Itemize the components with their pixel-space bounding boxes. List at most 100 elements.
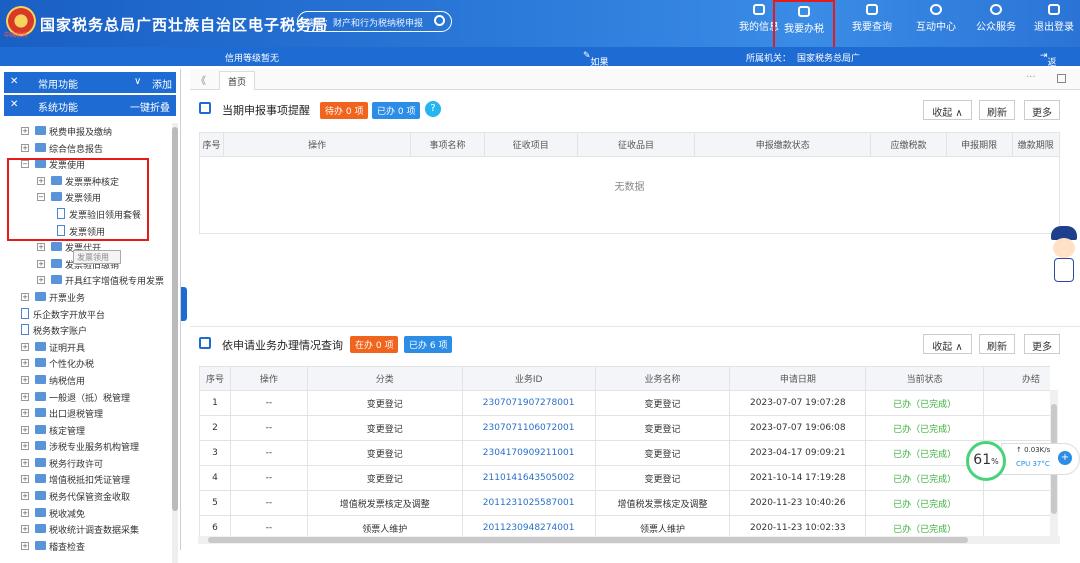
sidebar-tree-item[interactable]: + 出口退税管理 [0, 405, 172, 422]
expand-icon[interactable]: + [37, 243, 45, 252]
table-cell: 变更登记 [306, 415, 463, 441]
nav-public-service[interactable]: 公众服务 [970, 2, 1022, 42]
business-id-link[interactable]: 2011230948274001 [461, 515, 596, 536]
expand-icon[interactable]: + [21, 541, 29, 550]
column-header[interactable]: 缴款期限 [1011, 132, 1061, 157]
sidebar-tree-item[interactable]: + 税收统计调查数据采集 [0, 521, 172, 538]
tab-collapse-icon[interactable]: 《 [196, 72, 206, 87]
sidebar-scrollbar[interactable] [172, 123, 178, 563]
search-input[interactable]: 搜索：财产和行为税纳税申报 [297, 11, 452, 32]
panel2-more-button[interactable]: 更多 [1024, 334, 1060, 354]
business-id-link[interactable]: 2110141643505002 [461, 465, 596, 491]
done-badge[interactable]: 已办 0 项 [372, 102, 421, 119]
highlight-box-invoice [7, 158, 149, 241]
business-id-link[interactable]: 2011231025587001 [461, 490, 596, 516]
add-button[interactable]: 添加 [152, 76, 172, 91]
sidebar-tree-item[interactable]: + 税费申报及缴纳 [0, 123, 172, 140]
common-functions-header[interactable]: ✕ 常用功能 ∨ 添加 [4, 72, 176, 93]
sidebar-tree-item[interactable]: + 稽查检查 [0, 538, 172, 555]
sidebar-tree-item[interactable]: + 开票业务 [0, 289, 172, 306]
expand-icon[interactable]: + [21, 458, 29, 467]
column-header[interactable]: 办结 [983, 366, 1050, 391]
column-header[interactable]: 操作 [222, 132, 412, 157]
common-toggle-icon[interactable]: ∨ [134, 76, 141, 87]
column-header[interactable]: 申报期限 [945, 132, 1013, 157]
sidebar-tree-item[interactable]: + 一般退（抵）税管理 [0, 389, 172, 406]
column-header[interactable]: 序号 [199, 132, 224, 157]
expand-icon[interactable]: + [21, 375, 29, 384]
panel2-collapse-button[interactable]: 收起 ∧ [923, 334, 972, 354]
finished-badge[interactable]: 已办 6 项 [404, 336, 453, 353]
tab-home[interactable]: 首页 [219, 71, 256, 90]
tree-label: 乐企数字开放平台 [33, 310, 106, 321]
business-id-link[interactable]: 2307071907278001 [461, 390, 596, 416]
sidebar-tree-item[interactable]: + 个性化办税 [0, 355, 172, 372]
expand-icon[interactable]: + [37, 259, 45, 268]
info-bar: 信用等级暂无 ✎ 如果申报表打开有问题，点这里 所属机关： 国家税务总局广 ⇥ … [0, 47, 1080, 159]
sidebar-collapse-handle[interactable] [181, 287, 187, 321]
business-id-link[interactable]: 2307071106072001 [461, 415, 596, 441]
nav-interaction[interactable]: 互动中心 [910, 2, 962, 42]
expand-icon[interactable]: + [21, 359, 29, 368]
expand-icon[interactable]: + [21, 143, 29, 152]
tab-more-icon[interactable]: ··· [1026, 72, 1036, 83]
column-header[interactable]: 申请日期 [729, 366, 867, 391]
maximize-icon[interactable] [1057, 74, 1066, 83]
column-header[interactable]: 申报缴款状态 [694, 132, 872, 157]
expand-icon[interactable]: + [21, 292, 29, 301]
column-header[interactable]: 应缴税款 [870, 132, 947, 157]
sidebar-tree-item[interactable]: + 税收减免 [0, 505, 172, 522]
panel1-refresh-button[interactable]: 刷新 [979, 100, 1015, 120]
help-icon[interactable]: ? [425, 101, 441, 117]
column-header[interactable]: 分类 [306, 366, 463, 391]
sidebar-tree-item[interactable]: + 税务代保管资金收取 [0, 488, 172, 505]
expand-icon[interactable]: + [21, 442, 29, 451]
expand-icon[interactable]: + [21, 508, 29, 517]
back-button[interactable]: ⇥ 返回 [1040, 51, 1057, 81]
sidebar-tree-item[interactable]: + 证明开具 [0, 339, 172, 356]
expand-icon[interactable]: + [21, 342, 29, 351]
sidebar-tree-item[interactable]: + 涉税专业服务机构管理 [0, 438, 172, 455]
performance-widget[interactable]: 61% ↑ 0.03K/s CPU 37°C + [966, 441, 1080, 481]
expand-icon[interactable]: + [21, 392, 29, 401]
expand-icon[interactable]: + [21, 525, 29, 534]
column-header[interactable]: 事项名称 [410, 132, 485, 157]
nav-logout[interactable]: 退出登录 [1030, 2, 1078, 42]
column-header[interactable]: 征收品目 [576, 132, 696, 157]
panel1-collapse-button[interactable]: 收起 ∧ [923, 100, 972, 120]
column-header[interactable]: 业务名称 [594, 366, 731, 391]
search-icon[interactable] [434, 15, 445, 26]
sidebar-tree-item[interactable]: + 综合信息报告 [0, 140, 172, 157]
panel1-more-button[interactable]: 更多 [1024, 100, 1060, 120]
table-horizontal-scrollbar[interactable] [198, 536, 1060, 544]
nav-query[interactable]: 我要查询 [846, 2, 898, 42]
column-header[interactable]: 操作 [229, 366, 308, 391]
sidebar-tree-item[interactable]: + 税务行政许可 [0, 455, 172, 472]
column-header[interactable]: 征收项目 [483, 132, 578, 157]
sidebar-tree-item[interactable]: + 增值税抵扣凭证管理 [0, 471, 172, 488]
notice-link[interactable]: ✎ 如果申报表打开有问题，点这里 [583, 51, 609, 159]
column-header[interactable]: 业务ID [461, 366, 596, 391]
sidebar-tree-item[interactable]: 税务数字账户 [0, 322, 172, 339]
expand-icon[interactable]: + [37, 276, 45, 285]
sidebar-tree-item[interactable]: + 纳税信用 [0, 372, 172, 389]
business-id-link[interactable]: 2304170909211001 [461, 440, 596, 466]
expand-icon[interactable]: + [21, 475, 29, 484]
folder-icon [35, 491, 46, 501]
sidebar-tree-item[interactable]: + 核定管理 [0, 422, 172, 439]
column-header[interactable]: 序号 [199, 366, 231, 391]
expand-icon[interactable]: + [21, 492, 29, 501]
column-header[interactable]: 当前状态 [865, 366, 985, 391]
sidebar-tree-item[interactable]: + 开具红字增值税专用发票 [0, 272, 172, 289]
collapse-all-button[interactable]: 一键折叠 [130, 99, 170, 114]
expand-icon[interactable]: + [21, 127, 29, 135]
expand-icon[interactable]: + [21, 425, 29, 434]
system-functions-header[interactable]: ✕ 系统功能 一键折叠 [4, 95, 176, 116]
todo-badge[interactable]: 待办 0 项 [320, 102, 369, 119]
sidebar-tree-item[interactable]: 乐企数字开放平台 [0, 306, 172, 323]
doing-badge[interactable]: 在办 0 项 [350, 336, 399, 353]
expand-icon[interactable]: + [1058, 451, 1072, 465]
panel2-refresh-button[interactable]: 刷新 [979, 334, 1015, 354]
expand-icon[interactable]: + [21, 409, 29, 418]
assistant-mascot[interactable] [1046, 226, 1080, 290]
